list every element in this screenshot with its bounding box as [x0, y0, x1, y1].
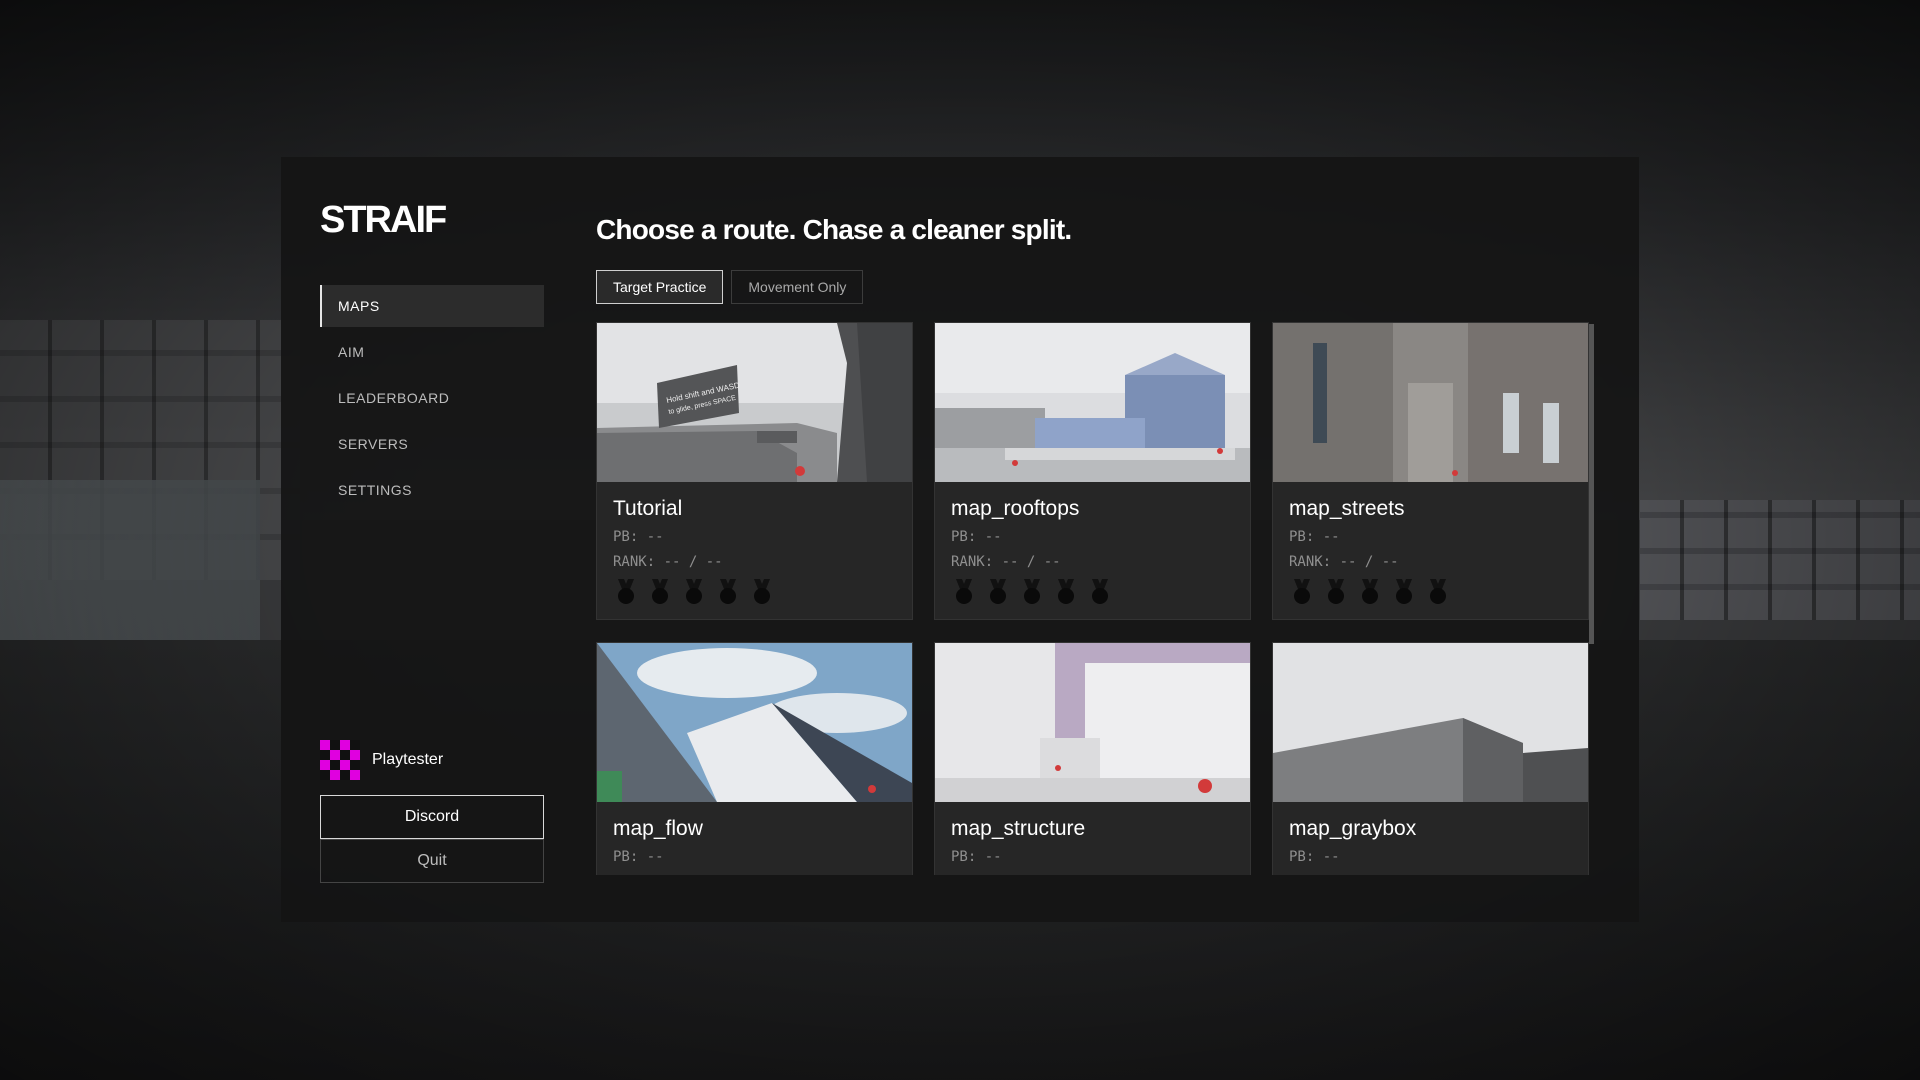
quit-button[interactable]: Quit	[320, 839, 544, 883]
avatar	[320, 740, 360, 780]
map-name: map_structure	[951, 817, 1086, 840]
map-thumbnail	[1273, 643, 1588, 802]
nav-item-leaderboard[interactable]: LEADERBOARD	[320, 377, 544, 419]
sidebar-nav: MAPS AIM LEADERBOARD SERVERS SETTINGS	[320, 285, 544, 515]
map-thumbnail	[1273, 323, 1588, 482]
medal-icon	[754, 579, 770, 604]
brand-logo: STRAIF	[320, 199, 447, 241]
map-card-graybox[interactable]: map_graybox PB: --	[1272, 642, 1589, 875]
map-rank: RANK: -- / --	[613, 554, 723, 570]
map-thumbnail	[935, 643, 1250, 802]
map-card-rooftops[interactable]: map_rooftops PB: -- RANK: -- / --	[934, 322, 1251, 620]
medal-icon	[1362, 579, 1378, 604]
map-card-tutorial[interactable]: Hold shift and WASD to glide, press SPAC…	[596, 322, 913, 620]
map-name: map_rooftops	[951, 497, 1080, 520]
medal-row	[1291, 579, 1461, 605]
medal-row	[953, 579, 1123, 605]
map-grid: Hold shift and WASD to glide, press SPAC…	[596, 322, 1611, 875]
map-grid-scrollbar[interactable]	[1589, 324, 1594, 644]
player-profile: Playtester	[320, 740, 443, 780]
medal-icon	[1294, 579, 1310, 604]
map-name: map_flow	[613, 817, 703, 840]
medal-icon	[1328, 579, 1344, 604]
map-name: map_graybox	[1289, 817, 1417, 840]
map-personal-best: PB: --	[1289, 529, 1340, 545]
medal-icon	[720, 579, 736, 604]
medal-icon	[1430, 579, 1446, 604]
map-thumbnail	[935, 323, 1250, 482]
medal-icon	[618, 579, 634, 604]
mode-tabs: Target Practice Movement Only	[596, 270, 871, 304]
map-thumbnail	[597, 643, 912, 802]
map-name: map_streets	[1289, 497, 1405, 520]
page-title: Choose a route. Chase a cleaner split.	[596, 214, 1072, 245]
map-rank: RANK: -- / --	[1289, 554, 1399, 570]
nav-item-maps[interactable]: MAPS	[320, 285, 544, 327]
map-card-flow[interactable]: map_flow PB: --	[596, 642, 913, 875]
map-personal-best: PB: --	[613, 529, 664, 545]
nav-item-settings[interactable]: SETTINGS	[320, 469, 544, 511]
medal-icon	[1092, 579, 1108, 604]
map-card-streets[interactable]: map_streets PB: -- RANK: -- / --	[1272, 322, 1589, 620]
medal-icon	[956, 579, 972, 604]
nav-item-aim[interactable]: AIM	[320, 331, 544, 373]
map-rank: RANK: -- / --	[951, 554, 1061, 570]
discord-button[interactable]: Discord	[320, 795, 544, 839]
map-personal-best: PB: --	[951, 849, 1002, 865]
medal-icon	[652, 579, 668, 604]
tab-movement-only[interactable]: Movement Only	[731, 270, 864, 304]
player-name: Playtester	[372, 751, 444, 768]
map-name: Tutorial	[613, 497, 683, 520]
main-menu-panel: STRAIF MAPS AIM LEADERBOARD SERVERS SETT…	[281, 157, 1639, 922]
map-personal-best: PB: --	[951, 529, 1002, 545]
tab-target-practice[interactable]: Target Practice	[596, 270, 724, 304]
medal-icon	[1058, 579, 1074, 604]
medal-row	[615, 579, 785, 605]
map-card-structure[interactable]: map_structure PB: --	[934, 642, 1251, 875]
map-thumbnail: Hold shift and WASD to glide, press SPAC…	[597, 323, 912, 482]
medal-icon	[1024, 579, 1040, 604]
map-personal-best: PB: --	[1289, 849, 1340, 865]
medal-icon	[686, 579, 702, 604]
medal-icon	[1396, 579, 1412, 604]
map-personal-best: PB: --	[613, 849, 664, 865]
medal-icon	[990, 579, 1006, 604]
nav-item-servers[interactable]: SERVERS	[320, 423, 544, 465]
